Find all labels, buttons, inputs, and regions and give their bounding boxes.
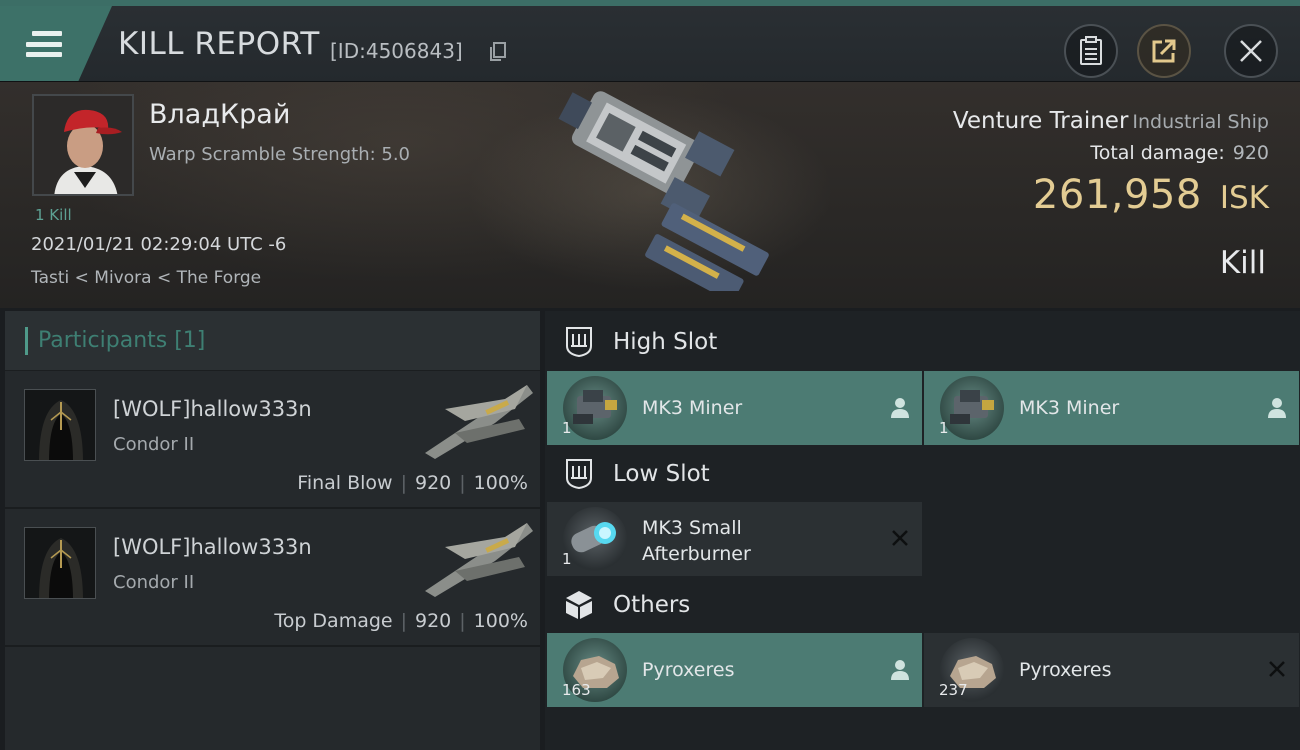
fitting-panel: High Slot 1 MK3 Miner 1 MK3 Miner Low Sl… bbox=[545, 311, 1300, 750]
isk-amount: 261,958 bbox=[1032, 172, 1202, 218]
hooded-portrait-image bbox=[25, 528, 95, 598]
module-slot[interactable]: 1 MK3 Small Afterburner bbox=[547, 502, 922, 576]
high-slot-header: High Slot bbox=[545, 313, 1300, 371]
ship-class: Industrial Ship bbox=[1132, 111, 1269, 133]
module-name: MK3 Miner bbox=[1019, 397, 1120, 419]
participant-name[interactable]: [WOLF]hallow333n bbox=[113, 535, 312, 559]
share-icon bbox=[1152, 39, 1176, 63]
close-button[interactable] bbox=[1224, 24, 1278, 78]
header-accent bbox=[25, 326, 28, 355]
participants-title: Participants [1] bbox=[38, 328, 206, 353]
participant-avatar[interactable] bbox=[24, 389, 96, 461]
isk-unit: ISK bbox=[1219, 180, 1269, 216]
cargo-item[interactable]: 163 Pyroxeres bbox=[547, 633, 922, 707]
participant-percent: 100% bbox=[473, 472, 528, 494]
copy-icon[interactable] bbox=[489, 42, 507, 62]
victim-avatar[interactable] bbox=[32, 94, 134, 196]
destroyed-x-icon bbox=[892, 530, 908, 546]
participant-ship: Condor II bbox=[113, 434, 195, 455]
destroyed-x-icon bbox=[1269, 661, 1285, 677]
victim-summary: ВладКрай Warp Scramble Strength: 5.0 1 K… bbox=[0, 82, 1300, 308]
item-name: Pyroxeres bbox=[1019, 659, 1112, 681]
module-quantity: 1 bbox=[939, 419, 949, 437]
warp-scramble-strength: Warp Scramble Strength: 5.0 bbox=[149, 144, 411, 165]
clipboard-button[interactable] bbox=[1064, 24, 1118, 78]
participant-stats: Top Damage | 920 | 100% bbox=[274, 610, 528, 632]
hooded-portrait-image bbox=[25, 390, 95, 460]
pilot-icon bbox=[891, 398, 909, 418]
kill-location: Tasti < Mivora < The Forge bbox=[31, 268, 262, 288]
cargo-box-icon bbox=[566, 591, 592, 619]
participant-label: Top Damage bbox=[274, 610, 393, 632]
cargo-item[interactable]: 237 Pyroxeres bbox=[924, 633, 1299, 707]
total-damage: Total damage: 920 bbox=[1090, 142, 1269, 164]
victim-ship-image bbox=[558, 91, 769, 291]
participant-damage: 920 bbox=[415, 472, 452, 494]
report-id: [ID:4506843] bbox=[330, 39, 463, 63]
participant-percent: 100% bbox=[473, 610, 528, 632]
module-slot[interactable]: 1 MK3 Miner bbox=[547, 371, 922, 445]
module-name-line1: MK3 Small bbox=[642, 517, 742, 539]
menu-icon bbox=[26, 31, 62, 57]
kill-result: Kill bbox=[1219, 245, 1266, 281]
total-damage-label: Total damage: bbox=[1090, 142, 1225, 164]
clipboard-icon bbox=[1080, 36, 1102, 65]
afterburner-image bbox=[563, 507, 627, 571]
victim-ship[interactable]: Venture Trainer Industrial Ship bbox=[953, 108, 1269, 134]
module-quantity: 1 bbox=[562, 419, 572, 437]
ship-name: Venture Trainer bbox=[952, 108, 1129, 134]
participant-row[interactable]: [WOLF]hallow333n Condor II Final Blow | 92… bbox=[5, 371, 540, 509]
module-quantity: 1 bbox=[562, 550, 572, 568]
share-button[interactable] bbox=[1137, 24, 1191, 78]
low-slot-header: Low Slot bbox=[545, 445, 1300, 503]
kill-count: 1 Kill bbox=[35, 206, 72, 224]
module-name: MK3 Small Afterburner bbox=[642, 515, 751, 567]
low-slot-label: Low Slot bbox=[613, 461, 710, 487]
mining-laser-image bbox=[940, 376, 1004, 440]
module-name: MK3 Miner bbox=[642, 397, 743, 419]
page-title: KILL REPORT bbox=[118, 26, 320, 62]
item-quantity: 237 bbox=[939, 681, 968, 699]
portrait-image bbox=[34, 96, 132, 194]
mining-laser-image bbox=[563, 376, 627, 440]
isk-value: 261,958 ISK bbox=[1033, 172, 1269, 218]
item-quantity: 163 bbox=[562, 681, 591, 699]
module-slot[interactable]: 1 MK3 Miner bbox=[924, 371, 1299, 445]
participant-damage: 920 bbox=[415, 610, 452, 632]
participants-panel: Participants [1] [WOLF]hallow333n Condor… bbox=[5, 311, 540, 750]
participants-header: Participants [1] bbox=[5, 311, 540, 371]
participant-avatar[interactable] bbox=[24, 527, 96, 599]
participant-row[interactable]: [WOLF]hallow333n Condor II Top Damage | 92… bbox=[5, 509, 540, 647]
header-bar: KILL REPORT [ID:4506843] bbox=[0, 0, 1300, 82]
close-icon bbox=[1240, 40, 1262, 62]
pilot-icon bbox=[891, 660, 909, 680]
kill-timestamp: 2021/01/21 02:29:04 UTC -6 bbox=[31, 234, 287, 255]
participant-ship-image bbox=[425, 385, 533, 459]
item-name: Pyroxeres bbox=[642, 659, 735, 681]
others-header: Others bbox=[545, 576, 1300, 634]
participant-stats: Final Blow | 920 | 100% bbox=[297, 472, 528, 494]
participant-label: Final Blow bbox=[297, 472, 393, 494]
module-name-line2: Afterburner bbox=[642, 543, 751, 565]
others-label: Others bbox=[613, 592, 691, 618]
participant-ship: Condor II bbox=[113, 572, 195, 593]
high-slot-icon bbox=[566, 327, 592, 358]
total-damage-value: 920 bbox=[1232, 142, 1269, 164]
pilot-icon bbox=[1268, 398, 1286, 418]
participant-ship-image bbox=[425, 523, 533, 597]
participant-name[interactable]: [WOLF]hallow333n bbox=[113, 397, 312, 421]
low-slot-icon bbox=[566, 459, 592, 490]
menu-button[interactable] bbox=[0, 6, 112, 82]
victim-name[interactable]: ВладКрай bbox=[149, 99, 290, 130]
high-slot-label: High Slot bbox=[613, 329, 718, 355]
